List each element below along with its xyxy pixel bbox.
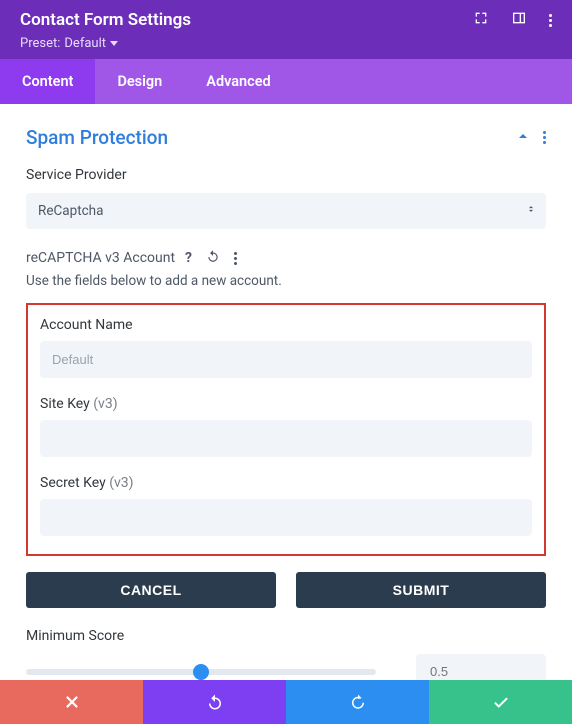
- content-panel: Spam Protection Service Provider ReCaptc…: [0, 104, 572, 711]
- account-heading-row: reCAPTCHA v3 Account ?: [26, 249, 546, 267]
- kebab-icon[interactable]: [549, 14, 552, 27]
- account-hint: Use the fields below to add a new accoun…: [26, 273, 546, 289]
- preset-label: Preset:: [20, 36, 60, 51]
- tab-design[interactable]: Design: [95, 59, 184, 104]
- secret-key-label: Secret Key (v3): [40, 475, 532, 491]
- account-heading: reCAPTCHA v3 Account: [26, 250, 175, 266]
- caret-down-icon: [110, 41, 118, 46]
- account-name-label: Account Name: [40, 317, 532, 333]
- site-key-input[interactable]: [40, 420, 532, 457]
- min-score-slider[interactable]: [26, 663, 376, 681]
- button-row: CANCEL SUBMIT: [26, 572, 546, 608]
- kebab-icon[interactable]: [543, 131, 546, 144]
- help-icon[interactable]: ?: [185, 250, 192, 266]
- expand-icon[interactable]: [473, 10, 489, 30]
- service-provider-select-wrap: ReCaptcha: [26, 193, 546, 229]
- footer-undo-button[interactable]: [143, 680, 286, 724]
- header-actions: [473, 10, 552, 30]
- site-key-label: Site Key (v3): [40, 396, 532, 412]
- tabs: Content Design Advanced: [0, 59, 572, 104]
- account-name-input[interactable]: [40, 341, 532, 378]
- submit-button[interactable]: SUBMIT: [296, 572, 546, 608]
- slider-thumb[interactable]: [193, 664, 209, 680]
- section-actions: [517, 130, 546, 146]
- preset-selector[interactable]: Preset: Default: [20, 36, 552, 51]
- footer-redo-button[interactable]: [286, 680, 429, 724]
- section-header: Spam Protection: [26, 126, 546, 149]
- preset-value: Default: [64, 36, 106, 51]
- kebab-icon[interactable]: [234, 252, 237, 265]
- header-top: Contact Form Settings: [20, 10, 552, 30]
- tab-content[interactable]: Content: [0, 59, 95, 104]
- service-provider-select[interactable]: ReCaptcha: [26, 193, 546, 229]
- reset-icon[interactable]: [206, 249, 220, 267]
- footer-cancel-button[interactable]: [0, 680, 143, 724]
- cancel-button[interactable]: CANCEL: [26, 572, 276, 608]
- footer-bar: [0, 680, 572, 724]
- secret-key-input[interactable]: [40, 499, 532, 536]
- page-title: Contact Form Settings: [20, 10, 191, 30]
- panel-icon[interactable]: [511, 10, 527, 30]
- min-score-label: Minimum Score: [26, 628, 546, 644]
- footer-save-button[interactable]: [429, 680, 572, 724]
- section-title[interactable]: Spam Protection: [26, 126, 168, 149]
- service-provider-label: Service Provider: [26, 167, 546, 183]
- chevron-up-icon[interactable]: [517, 130, 529, 146]
- tab-advanced[interactable]: Advanced: [184, 59, 292, 104]
- account-fields-box: Account Name Site Key (v3) Secret Key (v…: [26, 303, 546, 556]
- header: Contact Form Settings Preset: Default: [0, 0, 572, 59]
